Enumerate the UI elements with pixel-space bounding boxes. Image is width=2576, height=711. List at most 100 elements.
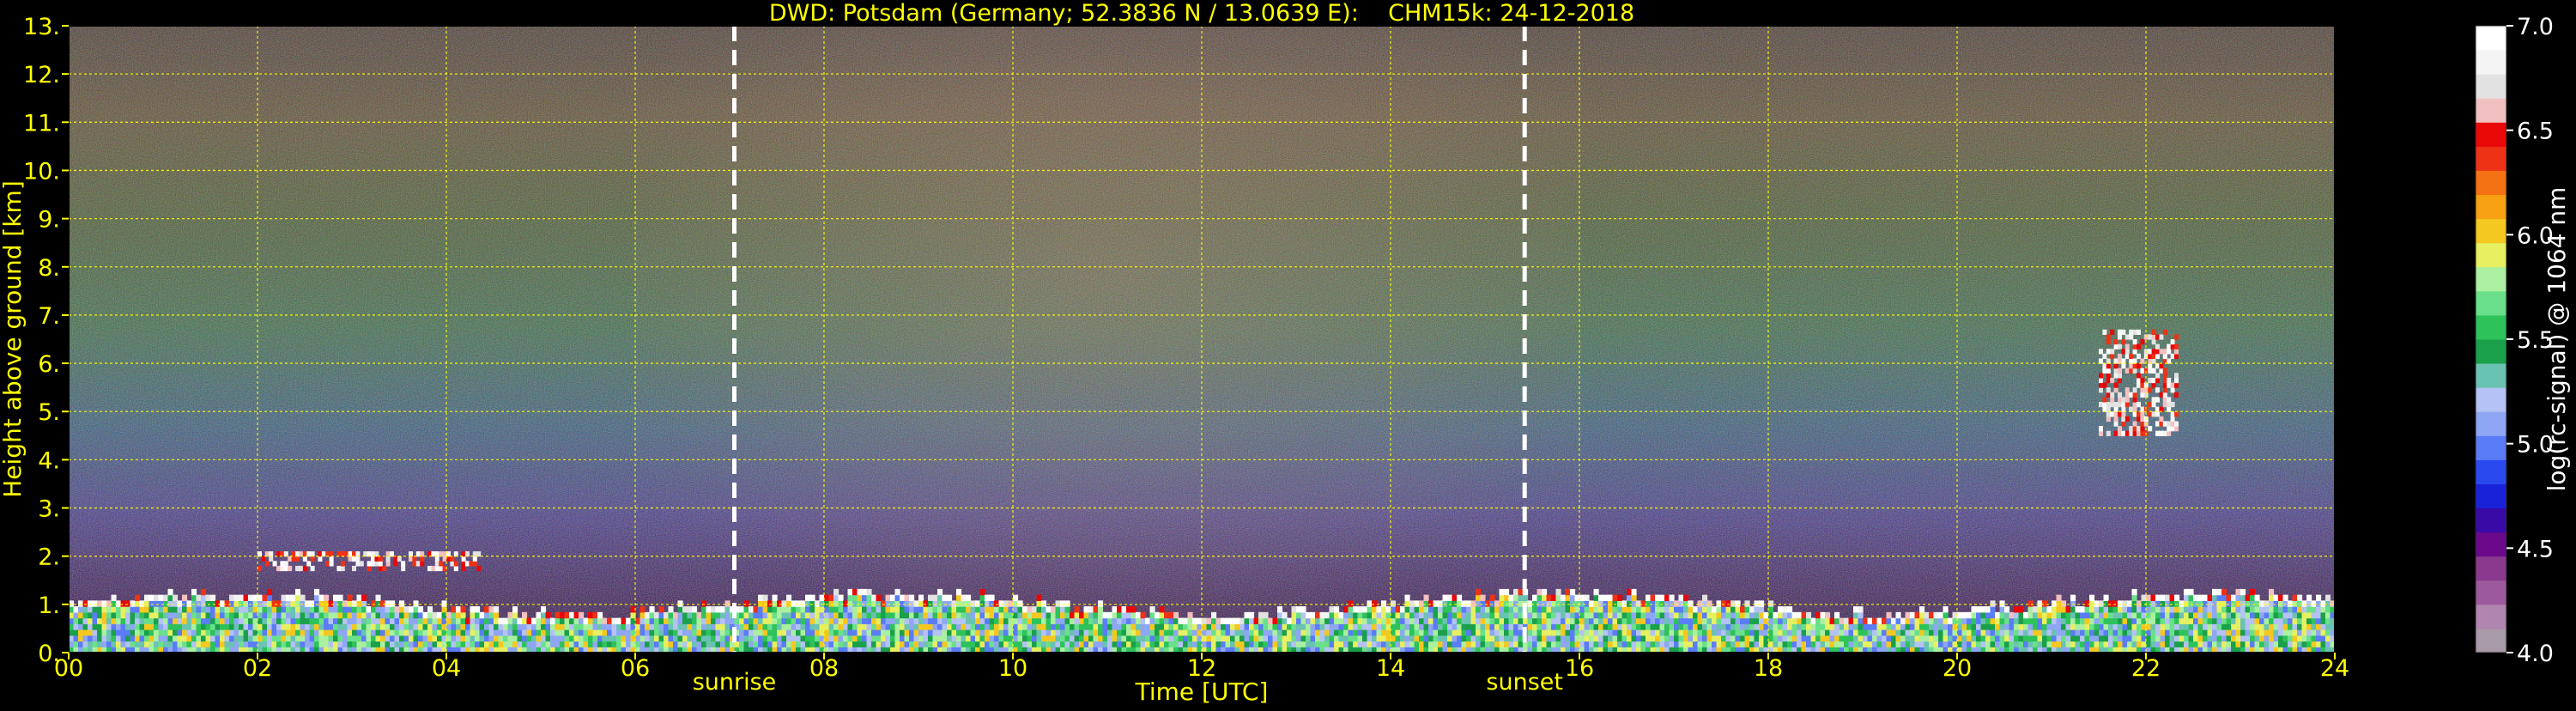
feature-cell	[1518, 588, 1524, 596]
feature-cell	[120, 611, 126, 619]
feature-cell	[989, 594, 995, 601]
feature-cell	[2113, 416, 2118, 422]
feature-cell	[380, 635, 386, 642]
feature-cell	[215, 606, 221, 613]
feature-cell	[1409, 606, 1415, 613]
feature-cell	[1640, 629, 1646, 636]
feature-cell	[588, 629, 594, 636]
feature-cell	[2325, 629, 2331, 636]
feature-cell	[2193, 600, 2199, 607]
feature-cell	[286, 617, 292, 624]
feature-cell	[711, 611, 717, 619]
feature-cell	[664, 641, 670, 647]
feature-cell	[2174, 382, 2179, 388]
feature-cell	[573, 623, 579, 630]
feature-cell	[2084, 635, 2090, 642]
feature-cell	[229, 606, 235, 613]
feature-cell	[833, 594, 839, 601]
feature-cell	[1362, 617, 1368, 624]
feature-cell	[1296, 641, 1302, 647]
feature-cell	[951, 606, 957, 613]
feature-cell	[894, 594, 900, 601]
feature-cell	[374, 561, 379, 567]
feature-cell	[2106, 377, 2111, 384]
feature-cell	[101, 635, 107, 642]
feature-cell	[1990, 611, 1996, 619]
feature-cell	[876, 623, 882, 630]
feature-cell	[258, 611, 264, 619]
feature-cell	[2216, 629, 2222, 636]
feature-cell	[857, 611, 863, 619]
feature-cell	[1961, 611, 1967, 619]
feature-cell	[243, 629, 249, 636]
feature-cell	[541, 641, 547, 647]
feature-cell	[2162, 368, 2167, 374]
feature-cell	[1051, 611, 1057, 619]
feature-cell	[2170, 421, 2175, 427]
feature-cell	[1621, 600, 1627, 607]
feature-cell	[215, 611, 221, 619]
feature-cell	[1797, 635, 1803, 642]
feature-cell	[1617, 623, 1623, 630]
feature-cell	[1608, 629, 1614, 636]
feature-cell	[1971, 635, 1977, 642]
feature-cell	[385, 617, 391, 624]
feature-cell	[1565, 600, 1571, 607]
feature-cell	[1348, 635, 1354, 642]
feature-cell	[1296, 606, 1302, 613]
feature-cell	[1343, 606, 1349, 613]
feature-cell	[1489, 611, 1495, 619]
feature-cell	[1433, 617, 1439, 624]
feature-cell	[1017, 641, 1023, 647]
feature-cell	[1414, 606, 1420, 613]
feature-cell	[2301, 600, 2307, 607]
feature-cell	[1022, 635, 1028, 642]
feature-cell	[654, 629, 660, 636]
feature-cell	[201, 623, 207, 630]
feature-cell	[2269, 594, 2275, 601]
feature-cell	[1608, 611, 1614, 619]
feature-cell	[2155, 349, 2160, 355]
feature-cell	[1334, 606, 1340, 613]
feature-cell	[2273, 611, 2279, 619]
feature-cell	[1070, 635, 1076, 642]
feature-cell	[342, 617, 349, 624]
feature-cell	[720, 623, 726, 630]
feature-cell	[1938, 617, 1944, 624]
feature-cell	[720, 629, 726, 636]
feature-cell	[1631, 623, 1637, 630]
feature-cell	[2250, 588, 2256, 596]
feature-cell	[994, 600, 1000, 607]
feature-cell	[422, 611, 428, 619]
feature-cell	[1650, 617, 1656, 624]
feature-cell	[947, 617, 953, 624]
feature-cell	[2155, 430, 2160, 436]
feature-cell	[1282, 611, 1288, 619]
feature-cell	[1168, 641, 1174, 647]
feature-cell	[828, 611, 834, 619]
feature-cell	[1372, 623, 1378, 630]
feature-cell	[626, 641, 632, 647]
feature-cell	[1272, 635, 1278, 642]
feature-cell	[2250, 623, 2256, 630]
feature-cell	[295, 611, 301, 619]
feature-cell	[1253, 641, 1259, 647]
feature-cell	[233, 617, 239, 624]
feature-cell	[2102, 402, 2107, 408]
feature-cell	[1659, 611, 1665, 619]
feature-cell	[569, 623, 575, 630]
feature-cell	[1494, 629, 1500, 636]
feature-cell	[1744, 629, 1750, 636]
feature-cell	[1759, 617, 1765, 624]
feature-cell	[1168, 635, 1174, 642]
feature-cell	[743, 611, 749, 619]
feature-cell	[484, 629, 490, 636]
feature-cell	[1442, 635, 1448, 642]
feature-cell	[809, 600, 815, 607]
feature-cell	[472, 561, 477, 567]
feature-cell	[1683, 606, 1689, 613]
feature-cell	[762, 635, 768, 642]
feature-cell	[1693, 635, 1699, 642]
feature-cell	[2254, 641, 2260, 647]
feature-cell	[951, 611, 957, 619]
